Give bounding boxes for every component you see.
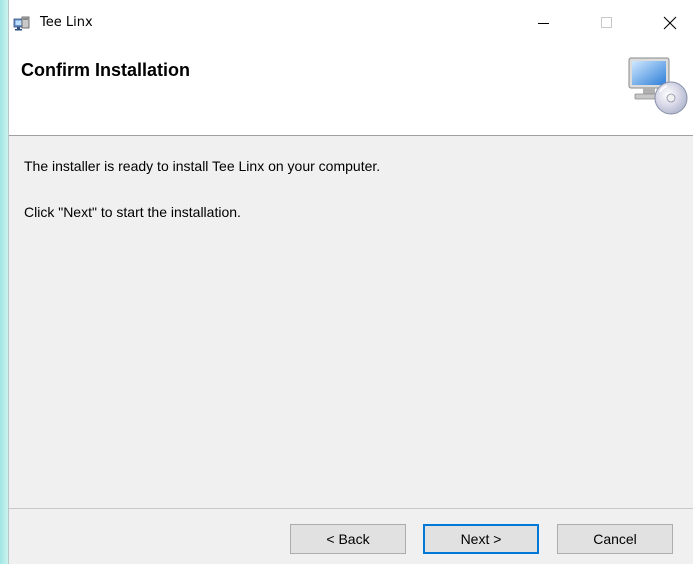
- installer-app-icon: [13, 15, 31, 31]
- dialog-header: Confirm Installation: [9, 42, 693, 136]
- minimize-button[interactable]: [521, 8, 567, 38]
- cancel-button[interactable]: Cancel: [557, 524, 673, 554]
- title-bar[interactable]: Tee Linx: [9, 0, 693, 42]
- close-button[interactable]: [647, 8, 693, 38]
- minimize-icon: [538, 23, 549, 24]
- computer-cd-icon: [627, 54, 689, 116]
- ready-message: The installer is ready to install Tee Li…: [24, 158, 381, 174]
- next-button[interactable]: Next >: [423, 524, 539, 554]
- close-icon: [663, 16, 677, 30]
- instruction-message: Click "Next" to start the installation.: [24, 204, 241, 220]
- maximize-icon: [601, 17, 612, 28]
- window-title: Tee Linx: [40, 15, 93, 30]
- page-title: Confirm Installation: [21, 60, 191, 80]
- back-button[interactable]: < Back: [290, 524, 406, 554]
- installer-window: Tee Linx Confirm Installation The instal…: [8, 0, 693, 564]
- maximize-button[interactable]: [584, 8, 630, 38]
